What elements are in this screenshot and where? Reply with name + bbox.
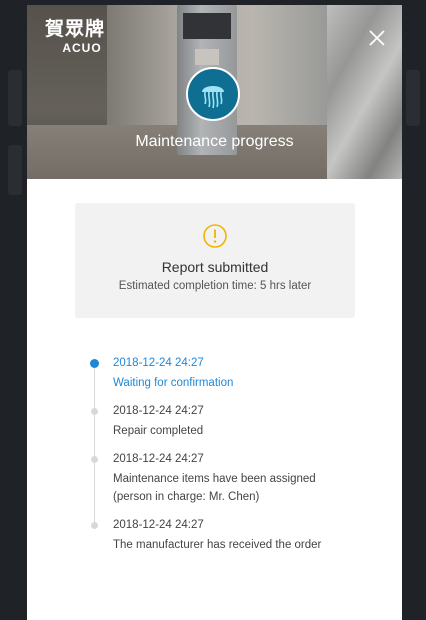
timeline-dot [91, 408, 98, 415]
progress-timeline: 2018-12-24 24:27 Waiting for confirmatio… [27, 5, 402, 620]
timeline-item: 2018-12-24 24:27 The manufacturer has re… [113, 518, 321, 554]
background-panel-left-2 [8, 145, 22, 195]
timeline-text: The manufacturer has received the order [113, 539, 322, 551]
timeline-text: Waiting for confirmation [113, 377, 234, 389]
timeline-text: Maintenance items have been assigned (pe… [113, 473, 316, 503]
timeline-text: Repair completed [113, 425, 204, 437]
timeline-line [94, 365, 95, 525]
timeline-date: 2018-12-24 24:27 [113, 357, 204, 369]
timeline-dot [91, 456, 98, 463]
timeline-date: 2018-12-24 24:27 [113, 453, 204, 465]
timeline-date: 2018-12-24 24:27 [113, 519, 204, 531]
timeline-date: 2018-12-24 24:27 [113, 405, 204, 417]
timeline-item: 2018-12-24 24:27 Waiting for confirmatio… [113, 356, 233, 392]
timeline-dot-active [90, 359, 99, 368]
timeline-dot [91, 522, 98, 529]
background-panel-left [8, 70, 22, 126]
maintenance-modal: 賀眾牌 ACUO Maintenance progress Report sub… [27, 5, 402, 620]
timeline-item: 2018-12-24 24:27 Repair completed [113, 404, 204, 440]
background-panel-right [406, 70, 420, 126]
timeline-item: 2018-12-24 24:27 Maintenance items have … [113, 452, 353, 506]
